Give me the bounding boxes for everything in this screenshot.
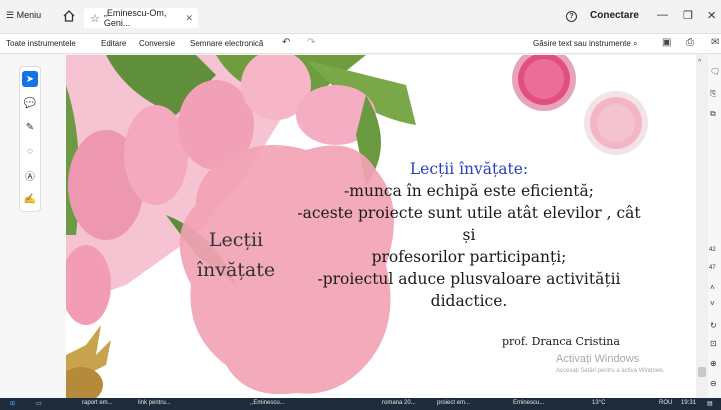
restore-icon[interactable]: ❐: [683, 9, 693, 22]
more-tools-icon[interactable]: ✉: [711, 37, 719, 48]
scroll-up-icon[interactable]: ^: [698, 59, 701, 66]
signature-tool-icon[interactable]: ✍: [22, 191, 38, 207]
edit-menu[interactable]: Editare: [101, 39, 126, 48]
lesson-line: -proiectul aduce plusvaloare activității: [317, 270, 621, 288]
weather-temp[interactable]: 13°C: [592, 400, 605, 406]
task-view-icon[interactable]: ▭: [36, 400, 42, 407]
fit-page-icon[interactable]: ⊡: [710, 339, 717, 348]
browser-tab[interactable]: ☆ „Eminescu-Om, Geni... ✕: [84, 8, 198, 28]
star-icon: ☆: [90, 12, 100, 25]
browser-titlebar: ☰ Meniu ☆ „Eminescu-Om, Geni... ✕ ? Cone…: [0, 0, 721, 34]
app-toolbar: Toate instrumentele Editare Conversie Se…: [0, 34, 721, 54]
bookmarks-panel-icon[interactable]: ⎘: [710, 89, 716, 99]
windows-taskbar: ⊞ ▭ raport em... link pentru... ,,Emines…: [0, 398, 721, 410]
zoom-out-icon[interactable]: ⊖: [710, 379, 717, 388]
taskbar-item[interactable]: proiect em...: [437, 400, 470, 406]
tab-close-icon[interactable]: ✕: [185, 13, 193, 24]
scroll-thumb[interactable]: [698, 367, 706, 377]
zoom-in-icon[interactable]: ⊕: [710, 359, 717, 368]
home-icon[interactable]: [62, 9, 76, 23]
save-icon[interactable]: ▣: [662, 37, 671, 48]
side-title-line2: învățate: [196, 259, 276, 281]
taskbar-item[interactable]: Eminescu...: [513, 400, 544, 406]
taskbar-item[interactable]: ,,Eminescu...: [250, 400, 285, 406]
tools-all-menu[interactable]: Toate instrumentele: [6, 39, 76, 48]
comment-tool-icon[interactable]: 💬: [22, 95, 38, 111]
lesson-line: -munca în echipă este eficientă;: [344, 182, 594, 200]
esign-menu[interactable]: Semnare electronică: [190, 39, 263, 48]
lesson-line: didactice.: [430, 292, 508, 310]
signin-button[interactable]: Conectare: [590, 10, 639, 21]
convert-menu[interactable]: Conversie: [139, 39, 175, 48]
vertical-scrollbar[interactable]: ^: [696, 55, 708, 398]
side-title-line1: Lecții: [208, 229, 264, 251]
menu-button[interactable]: ☰ Meniu: [6, 10, 41, 21]
page-up-icon[interactable]: ˄: [710, 283, 715, 292]
find-tools-search[interactable]: Găsire text sau instrumente ⌕: [533, 39, 638, 49]
taskbar-item[interactable]: link pentru...: [138, 400, 171, 406]
taskbar-item[interactable]: romana 20...: [382, 400, 416, 406]
tab-title: „Eminescu-Om, Geni...: [103, 8, 167, 28]
find-label: Găsire text sau instrumente: [533, 39, 631, 48]
clock[interactable]: 19:31: [681, 400, 696, 406]
lesson-line: profesorilor participanți;: [371, 248, 567, 266]
search-icon: ⌕: [633, 39, 638, 48]
select-tool-icon[interactable]: ➤: [22, 71, 38, 87]
help-icon[interactable]: ?: [566, 11, 577, 22]
undo-icon[interactable]: ↶: [282, 37, 290, 48]
lesson-line: -aceste proiecte sunt utile atât elevilo…: [297, 204, 641, 244]
minimize-icon[interactable]: —: [657, 9, 668, 21]
draw-tool-icon[interactable]: ✎: [22, 119, 38, 135]
print-icon[interactable]: ⎙: [686, 37, 694, 48]
comments-panel-icon[interactable]: 🗨: [710, 67, 720, 76]
notifications-icon[interactable]: ▤: [707, 400, 713, 407]
menu-label: Meniu: [16, 10, 42, 20]
candle-dark: [512, 55, 576, 111]
window-close-icon[interactable]: ✕: [707, 9, 716, 22]
quick-tools-panel: ➤ 💬 ✎ ◌ Ⓐ ✍: [19, 66, 41, 212]
page-down-icon[interactable]: ˅: [710, 299, 715, 308]
activation-watermark-subtitle: Accesați Setări pentru a activa Windows.: [556, 368, 665, 374]
lessons-text-block: Lecții învățate: -munca în echipă este e…: [294, 158, 644, 312]
page-current[interactable]: 42: [709, 247, 716, 253]
taskbar-item[interactable]: raport em...: [82, 400, 113, 406]
activation-watermark-title: Activați Windows: [556, 353, 640, 365]
pineapple-decoration: [66, 325, 111, 398]
rotate-icon[interactable]: ↻: [710, 321, 717, 330]
candle-light: [584, 91, 648, 155]
lessons-heading: Lecții învățate:: [409, 160, 529, 178]
text-box-tool-icon[interactable]: Ⓐ: [22, 167, 38, 183]
attachments-panel-icon[interactable]: ⧉: [710, 109, 716, 119]
right-rail: 🗨 ⎘ ⧉ 42 47 ˄ ˅ ↻ ⊡ ⊕ ⊖: [708, 55, 721, 398]
document-page[interactable]: Lecții învățate Lecții învățate: -munca …: [66, 55, 696, 398]
lasso-tool-icon[interactable]: ◌: [22, 143, 38, 159]
windows-start-icon[interactable]: ⊞: [10, 400, 15, 407]
redo-icon[interactable]: ↷: [307, 37, 315, 48]
author-name: prof. Dranca Cristina: [502, 335, 620, 348]
page-total: 47: [709, 265, 716, 271]
language-indicator[interactable]: ROU: [659, 400, 672, 406]
side-title: Lecții învățate: [196, 225, 276, 285]
